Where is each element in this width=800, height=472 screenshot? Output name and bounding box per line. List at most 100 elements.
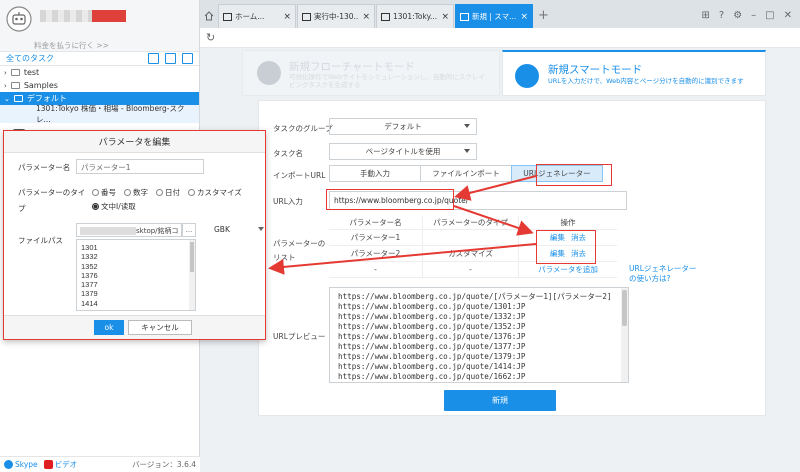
import-task-icon[interactable] bbox=[148, 53, 159, 64]
video-link[interactable]: ビデオ bbox=[43, 459, 77, 470]
all-tasks-header: 全てのタスク bbox=[0, 52, 199, 66]
smart-mode-form: タスクのグループ デフォルト タスク名 ページタイトルを使用 インポートURL … bbox=[258, 100, 766, 416]
settings-icon[interactable]: ⚙ bbox=[733, 10, 742, 21]
task-name-select[interactable]: ページタイトルを使用 bbox=[329, 143, 477, 160]
param-name-label: パラメーター名 bbox=[18, 163, 71, 172]
version-label: バージョン：3.6.4 bbox=[132, 460, 196, 469]
browser-toolbar: ↻ bbox=[200, 28, 800, 48]
robot-icon bbox=[515, 64, 539, 88]
folder-icon bbox=[10, 69, 20, 76]
preview-line: https://www.bloomberg.co.jp/quote/1376:J… bbox=[338, 332, 526, 341]
list-item: 1377 bbox=[81, 280, 98, 290]
param-type-label-cont: プ bbox=[18, 204, 26, 213]
url-preview-box[interactable]: https://www.bloomberg.co.jp/quote/[パラメータ… bbox=[329, 287, 629, 383]
preview-line: https://www.bloomberg.co.jp/quote/[パラメータ… bbox=[338, 292, 612, 301]
chevron-down-icon bbox=[258, 227, 264, 231]
username-blurred bbox=[40, 10, 92, 22]
radio-number[interactable]: 番号 bbox=[92, 187, 116, 198]
tree-item-test[interactable]: › test bbox=[0, 66, 199, 79]
pay-link[interactable]: 料金を払うに行く >> bbox=[34, 40, 109, 51]
preview-scrollbar[interactable] bbox=[621, 288, 628, 382]
tab-running[interactable]: 実行中-130... × bbox=[297, 4, 375, 28]
cancel-button[interactable]: キャンセル bbox=[128, 320, 192, 335]
tab-new-smart[interactable]: 新規 | スマ... × bbox=[455, 4, 533, 28]
close-icon[interactable]: × bbox=[520, 12, 528, 22]
tree-item-samples[interactable]: › Samples bbox=[0, 79, 199, 92]
page-icon bbox=[460, 12, 469, 21]
gift-icon[interactable]: ⊞ bbox=[701, 10, 709, 21]
tab-bar: ホーム... × 実行中-130... × 1301:Toky... × 新規 | ス… bbox=[200, 0, 800, 28]
folder-icon bbox=[13, 95, 23, 102]
smart-mode-card[interactable]: 新規スマートモード URLを入力だけで、Web内容とページ分けを自動的に識別でき… bbox=[502, 50, 766, 96]
ok-button[interactable]: ok bbox=[94, 320, 124, 335]
refresh-icon[interactable]: ↻ bbox=[206, 31, 215, 44]
chevron-down-icon bbox=[464, 149, 470, 153]
group-select[interactable]: デフォルト bbox=[329, 118, 477, 135]
all-tasks-label[interactable]: 全てのタスク bbox=[6, 53, 54, 64]
list-item: 1301 bbox=[81, 243, 98, 252]
preview-line: https://www.bloomberg.co.jp/quote/1414:J… bbox=[338, 362, 526, 371]
highlight-edit-links bbox=[536, 230, 596, 264]
table-row: - - パラメータを追加 bbox=[329, 262, 617, 278]
window-controls: ⊞ ? ⚙ – □ ✕ bbox=[701, 10, 800, 21]
radio-file-read[interactable]: 文中I/读取 bbox=[92, 201, 136, 212]
radio-digits[interactable]: 数字 bbox=[124, 187, 148, 198]
browse-button[interactable]: ... bbox=[182, 223, 196, 237]
new-tab-icon[interactable]: + bbox=[538, 8, 549, 23]
preview-line: https://www.bloomberg.co.jp/quote/1379:J… bbox=[338, 352, 526, 361]
help-icon[interactable]: ? bbox=[719, 10, 724, 21]
preview-line: https://www.bloomberg.co.jp/quote/1352:J… bbox=[338, 322, 526, 331]
list-scrollbar[interactable] bbox=[189, 240, 195, 310]
list-item: 1376 bbox=[81, 270, 98, 280]
dialog-title: パラメータを編集 bbox=[4, 131, 265, 153]
highlight-url-input bbox=[326, 189, 454, 210]
chevron-down-icon bbox=[464, 124, 470, 128]
flowchart-mode-desc: 可視化操作でWebサイトをシミュレーションし、自動的にスクレイピングタスクを生成… bbox=[289, 73, 485, 89]
page-icon bbox=[381, 12, 390, 21]
list-item: 1332 bbox=[81, 252, 98, 262]
add-param-link[interactable]: パラメータを追加 bbox=[538, 264, 598, 275]
folder-icon bbox=[10, 82, 20, 89]
tab-file-import[interactable]: ファイルインポート bbox=[420, 165, 512, 182]
preview-line: https://www.bloomberg.co.jp/quote/1377:J… bbox=[338, 342, 526, 351]
task-list-icon[interactable] bbox=[182, 53, 193, 64]
param-table-header: パラメーター名 パラメーターのタイプ 操作 bbox=[329, 216, 617, 230]
group-label: タスクのグループ bbox=[273, 124, 333, 133]
list-item: 1414 bbox=[81, 298, 98, 308]
preview-line: https://www.bloomberg.co.jp/quote/1662:J… bbox=[338, 372, 526, 381]
skype-link[interactable]: Skype bbox=[4, 460, 38, 469]
preview-line: https://www.bloomberg.co.jp/quote/1301:J… bbox=[338, 302, 526, 311]
robot-avatar-icon[interactable] bbox=[6, 6, 32, 32]
file-values-list[interactable]: 1301 1332 1352 1376 1377 1379 1414 bbox=[76, 239, 196, 311]
encoding-select[interactable]: GBK bbox=[214, 225, 230, 234]
tab-1301[interactable]: 1301:Toky... × bbox=[376, 4, 454, 28]
close-icon[interactable]: × bbox=[362, 12, 370, 22]
tab-home[interactable]: ホーム... × bbox=[218, 4, 296, 28]
flowchart-mode-card[interactable]: 新規フローチャートモード 可視化操作でWebサイトをシミュレーションし、自動的に… bbox=[242, 50, 500, 96]
create-button[interactable]: 新規 bbox=[444, 390, 556, 411]
param-name-input[interactable]: パラメーター1 bbox=[76, 159, 204, 174]
mode-selector: 新規フローチャートモード 可視化操作でWebサイトをシミュレーションし、自動的に… bbox=[242, 50, 766, 100]
radio-date[interactable]: 日付 bbox=[156, 187, 180, 198]
minimize-icon[interactable]: – bbox=[751, 10, 756, 21]
close-window-icon[interactable]: ✕ bbox=[784, 10, 792, 21]
task-item-1301[interactable]: 1301:Tokyo 株価・相場 - Bloomberg-スクレ... bbox=[0, 104, 199, 124]
highlight-url-generator bbox=[536, 164, 612, 186]
close-icon[interactable]: × bbox=[441, 12, 449, 22]
param-list-label: パラメーターのリスト bbox=[273, 239, 326, 262]
list-item: 1379 bbox=[81, 289, 98, 299]
new-task-icon[interactable] bbox=[165, 53, 176, 64]
radio-custom[interactable]: カスタマイズ bbox=[188, 187, 242, 198]
account-badge bbox=[92, 10, 126, 22]
page-icon bbox=[302, 12, 311, 21]
tab-manual-input[interactable]: 手動入力 bbox=[329, 165, 421, 182]
maximize-icon[interactable]: □ bbox=[765, 10, 774, 21]
home-icon[interactable] bbox=[200, 4, 218, 28]
edit-parameter-dialog: パラメータを編集 パラメーター名 パラメーター1 パラメーターのタイ プ 番号 … bbox=[3, 130, 266, 340]
file-path-input[interactable]: sktop/銘柄コ bbox=[76, 223, 182, 237]
close-icon[interactable]: × bbox=[283, 12, 291, 22]
param-type-label: パラメーターのタイ bbox=[18, 188, 86, 197]
url-generator-help-link[interactable]: URLジェネレーターの使い方は? bbox=[629, 264, 701, 284]
skype-icon bbox=[4, 460, 13, 469]
smart-mode-title: 新規スマートモード bbox=[548, 64, 643, 76]
